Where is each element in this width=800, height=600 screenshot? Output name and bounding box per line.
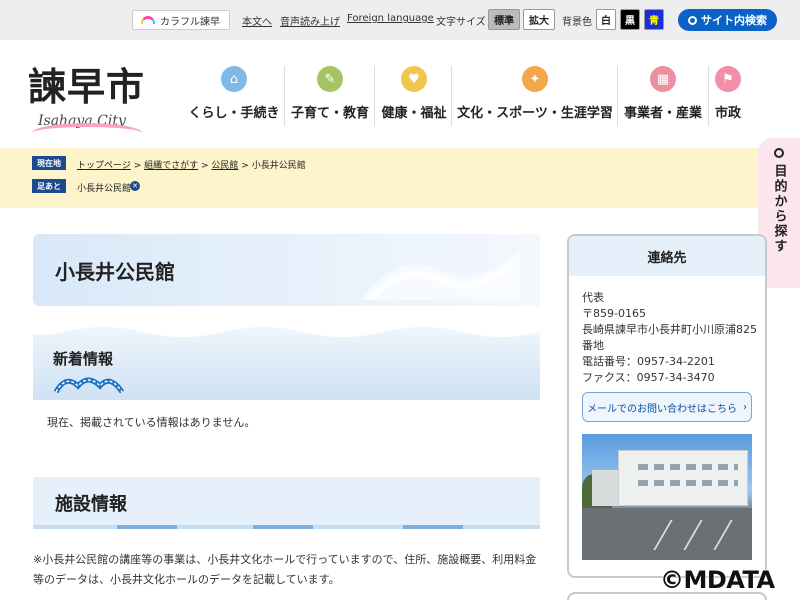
breadcrumb-link-org[interactable]: 組織でさがす [144, 161, 198, 171]
nav-label: 事業者・産業 [624, 106, 703, 121]
contact-role: 代表 [582, 291, 604, 304]
nav-label: 健康・福祉 [381, 106, 447, 121]
underline-accent [253, 525, 313, 529]
photo-parking-lot [582, 508, 752, 560]
chevron-right-icon: › [743, 401, 747, 413]
site-logo[interactable]: 諫早市 Isahaya City [28, 56, 148, 129]
close-icon[interactable]: ✕ [130, 181, 140, 191]
colorful-isahaya-link[interactable]: カラフル諫早 [132, 10, 230, 30]
sports-icon: ✦ [522, 66, 548, 92]
flag-icon: ⚑ [715, 66, 741, 92]
nav-bunka[interactable]: ✦ 文化・スポーツ・生涯学習 [457, 66, 613, 126]
rattle-icon: ✎ [317, 66, 343, 92]
logo-subtitle: Isahaya City [28, 113, 148, 129]
text-size-large-button[interactable]: 拡大 [523, 9, 555, 30]
bg-color-label: 背景色 [562, 17, 592, 28]
site-search-label: サイト内検索 [701, 14, 767, 27]
nav-divider [617, 66, 618, 126]
building-icon: ▦ [650, 66, 676, 92]
underline-accent [117, 525, 177, 529]
breadcrumb: トップページ > 組織でさがす > 公民館 > 小長井公民館 [77, 158, 306, 171]
logo-arc [32, 123, 142, 143]
bridge-icon [54, 377, 124, 394]
text-size-label: 文字サイズ [436, 17, 486, 28]
breadcrumb-band [0, 148, 800, 208]
contact-postal: 〒859-0165 [582, 307, 646, 320]
page-title: 小長井公民館 [55, 260, 175, 284]
photo-windows [638, 480, 738, 486]
bg-black-button[interactable]: 黒 [620, 9, 640, 30]
nav-divider [708, 66, 709, 126]
facility-note: ※小長井公民館の講座等の事業は、小長井文化ホールで行っていますので、住所、施設概… [33, 553, 537, 586]
colorful-label: カラフル諫早 [160, 16, 220, 28]
nav-divider [374, 66, 375, 126]
foreign-language-link[interactable]: Foreign language [347, 13, 434, 24]
utility-bar: カラフル諫早 本文へ 音声読み上げ Foreign language 文字サイズ… [0, 0, 800, 40]
skip-to-content-link[interactable]: 本文へ [242, 13, 272, 28]
watermark: ©MDATA [660, 566, 775, 594]
nav-kurashi[interactable]: ⌂ くらし・手続き [188, 66, 280, 126]
nav-divider [284, 66, 285, 126]
house-icon: ⌂ [221, 66, 247, 92]
contact-body: 代表 〒859-0165 長崎県諫早市小長井町小川原浦825番地 電話番号：09… [569, 276, 765, 386]
nav-divider [451, 66, 452, 126]
breadcrumb-link-kominkan[interactable]: 公民館 [211, 161, 238, 171]
contact-address: 長崎県諫早市小長井町小川原浦825番地 [582, 323, 757, 352]
breadcrumb-link-top[interactable]: トップページ [77, 161, 131, 171]
nav-kenko[interactable]: ♥ 健康・福祉 [381, 66, 447, 126]
bridge-decoration [360, 250, 520, 300]
news-empty-message: 現在、掲載されている情報はありません。 [47, 416, 256, 429]
breadcrumb-sep: > [201, 161, 212, 171]
nav-label: 市政 [714, 106, 741, 121]
facility-heading: 施設情報 [55, 494, 127, 515]
search-icon [688, 15, 697, 25]
nav-label: くらし・手続き [188, 106, 280, 121]
read-aloud-link[interactable]: 音声読み上げ [280, 13, 340, 28]
current-location-tag: 現在地 [32, 156, 66, 170]
contact-box: 連絡先 代表 〒859-0165 長崎県諫早市小長井町小川原浦825番地 電話番… [567, 234, 767, 578]
nav-kosodate[interactable]: ✎ 子育て・教育 [291, 66, 370, 126]
photo-building [618, 450, 748, 506]
wave-decoration [33, 322, 540, 337]
purpose-search-label: 目的から探す [771, 164, 787, 254]
search-icon [774, 148, 784, 158]
nav-label: 子育て・教育 [291, 106, 370, 121]
nav-label: 文化・スポーツ・生涯学習 [457, 106, 613, 121]
nav-shisei[interactable]: ⚑ 市政 [714, 66, 742, 126]
footprint-tag: 足あと [32, 179, 66, 193]
site-search-button[interactable]: サイト内検索 [678, 9, 777, 31]
contact-phone: 電話番号：0957-34-2201 [582, 355, 715, 368]
breadcrumb-sep: > [241, 161, 252, 171]
underline-accent [403, 525, 463, 529]
news-heading: 新着情報 [53, 350, 114, 368]
breadcrumb-sep: > [133, 161, 145, 171]
photo-windows [638, 464, 738, 470]
breadcrumb-current: 小長井公民館 [251, 161, 306, 171]
heart-icon: ♥ [401, 66, 427, 92]
mail-inquiry-label: メールでのお問い合わせはこちら [587, 403, 737, 415]
logo-kanji: 諫早市 [28, 64, 146, 109]
nav-jigyosha[interactable]: ▦ 事業者・産業 [624, 66, 702, 126]
contact-fax: ファクス：0957-34-3470 [582, 371, 715, 384]
bg-blue-button[interactable]: 青 [644, 9, 664, 30]
text-size-standard-button[interactable]: 標準 [488, 9, 520, 30]
mail-inquiry-button[interactable]: メールでのお問い合わせはこちら › [582, 392, 752, 422]
bg-white-button[interactable]: 白 [596, 9, 616, 30]
page-title-box: 小長井公民館 [33, 234, 540, 306]
rainbow-icon [141, 16, 155, 24]
footprint-item[interactable]: 小長井公民館 [77, 181, 131, 194]
contact-heading: 連絡先 [569, 236, 765, 276]
facility-photo [582, 434, 752, 560]
